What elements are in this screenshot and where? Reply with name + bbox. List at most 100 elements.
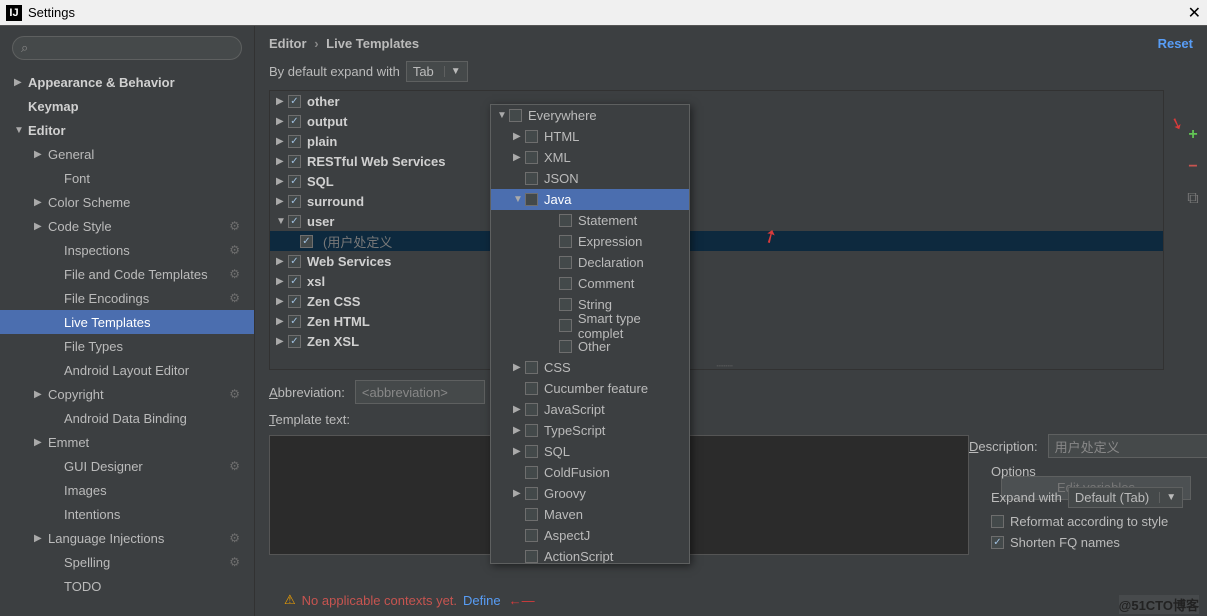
template-group-row[interactable]: ▶✓Zen XSL — [270, 331, 1163, 351]
context-checkbox[interactable] — [525, 424, 538, 437]
context-checkbox[interactable] — [525, 529, 538, 542]
group-checkbox[interactable]: ✓ — [288, 275, 301, 288]
context-popup[interactable]: ▼Everywhere▶HTML▶XMLJSON▼JavaStatementEx… — [490, 104, 690, 564]
template-list[interactable]: ▶✓other▶✓output▶✓plain▶✓RESTful Web Serv… — [269, 90, 1164, 370]
template-group-row[interactable]: ▼✓user — [270, 211, 1163, 231]
group-checkbox[interactable]: ✓ — [288, 215, 301, 228]
sidebar-item[interactable]: ▶Emmet — [0, 430, 254, 454]
context-checkbox[interactable] — [525, 466, 538, 479]
group-checkbox[interactable]: ✓ — [288, 155, 301, 168]
abbreviation-input[interactable] — [355, 380, 485, 404]
template-group-row[interactable]: ▶✓xsl — [270, 271, 1163, 291]
expand-with-select[interactable]: Default (Tab) ▼ — [1068, 487, 1183, 508]
popup-item[interactable]: ▼Everywhere — [491, 105, 689, 126]
group-checkbox[interactable]: ✓ — [288, 195, 301, 208]
sidebar-item[interactable]: ▶Language Injections⚙ — [0, 526, 254, 550]
context-checkbox[interactable] — [525, 508, 538, 521]
sidebar-item[interactable]: ▶General — [0, 142, 254, 166]
sidebar-item[interactable]: Live Templates — [0, 310, 254, 334]
template-group-row[interactable]: ▶✓Zen CSS — [270, 291, 1163, 311]
sidebar-item[interactable]: Inspections⚙ — [0, 238, 254, 262]
context-checkbox[interactable] — [525, 445, 538, 458]
popup-item[interactable]: Maven — [491, 504, 689, 525]
group-checkbox[interactable]: ✓ — [288, 315, 301, 328]
add-button[interactable]: + — [1188, 126, 1197, 144]
sidebar-item[interactable]: Android Data Binding — [0, 406, 254, 430]
group-checkbox[interactable]: ✓ — [288, 175, 301, 188]
popup-item[interactable]: Comment — [491, 273, 689, 294]
define-link[interactable]: Define — [463, 593, 501, 608]
popup-item[interactable]: ColdFusion — [491, 462, 689, 483]
description-input[interactable] — [1048, 434, 1207, 458]
sidebar-item[interactable]: TODO — [0, 574, 254, 598]
search-input[interactable]: ⌕ — [12, 36, 242, 60]
close-icon[interactable]: ✕ — [1188, 3, 1201, 23]
popup-item[interactable]: ▼Java — [491, 189, 689, 210]
popup-item[interactable]: AspectJ — [491, 525, 689, 546]
context-checkbox[interactable] — [559, 277, 572, 290]
group-checkbox[interactable]: ✓ — [288, 255, 301, 268]
sidebar-item[interactable]: Images — [0, 478, 254, 502]
context-checkbox[interactable] — [525, 382, 538, 395]
sidebar-item[interactable]: File Encodings⚙ — [0, 286, 254, 310]
template-group-row[interactable]: ▶✓Web Services — [270, 251, 1163, 271]
context-checkbox[interactable] — [525, 130, 538, 143]
reformat-checkbox[interactable] — [991, 515, 1004, 528]
sidebar-item[interactable]: Font — [0, 166, 254, 190]
sidebar-item[interactable]: Spelling⚙ — [0, 550, 254, 574]
sidebar-item[interactable]: ▶Color Scheme — [0, 190, 254, 214]
group-checkbox[interactable]: ✓ — [288, 295, 301, 308]
template-group-row[interactable]: ▶✓plain — [270, 131, 1163, 151]
popup-item[interactable]: Declaration — [491, 252, 689, 273]
shorten-checkbox[interactable]: ✓ — [991, 536, 1004, 549]
context-checkbox[interactable] — [509, 109, 522, 122]
popup-item[interactable]: Cucumber feature — [491, 378, 689, 399]
group-checkbox[interactable]: ✓ — [288, 95, 301, 108]
template-group-row[interactable]: ▶✓other — [270, 91, 1163, 111]
popup-item[interactable]: Statement — [491, 210, 689, 231]
context-checkbox[interactable] — [525, 151, 538, 164]
template-group-row[interactable]: ▶✓Zen HTML — [270, 311, 1163, 331]
template-group-row[interactable]: ▶✓output — [270, 111, 1163, 131]
context-checkbox[interactable] — [559, 319, 572, 332]
sidebar-item[interactable]: GUI Designer⚙ — [0, 454, 254, 478]
sidebar-item[interactable]: Keymap — [0, 94, 254, 118]
popup-item[interactable]: Expression — [491, 231, 689, 252]
template-row[interactable]: ✓(用户处定义 — [270, 231, 1163, 251]
resize-handle[interactable]: ┄┄┄ — [717, 361, 733, 370]
template-group-row[interactable]: ▶✓RESTful Web Services — [270, 151, 1163, 171]
context-checkbox[interactable] — [525, 361, 538, 374]
context-checkbox[interactable] — [525, 487, 538, 500]
template-group-row[interactable]: ▶✓SQL — [270, 171, 1163, 191]
breadcrumb-root[interactable]: Editor — [269, 36, 307, 51]
group-checkbox[interactable]: ✓ — [288, 135, 301, 148]
context-checkbox[interactable] — [559, 298, 572, 311]
template-checkbox[interactable]: ✓ — [300, 235, 313, 248]
context-checkbox[interactable] — [525, 172, 538, 185]
context-checkbox[interactable] — [525, 193, 538, 206]
sidebar-item[interactable]: Intentions — [0, 502, 254, 526]
sidebar-item[interactable]: ▶Appearance & Behavior — [0, 70, 254, 94]
popup-item[interactable]: ▶HTML — [491, 126, 689, 147]
reset-link[interactable]: Reset — [1158, 36, 1193, 51]
group-checkbox[interactable]: ✓ — [288, 335, 301, 348]
copy-icon[interactable]: ⧉ — [1187, 190, 1198, 208]
popup-item[interactable]: ▶Groovy — [491, 483, 689, 504]
popup-item[interactable]: ActionScript — [491, 546, 689, 564]
sidebar-item[interactable]: ▶Copyright⚙ — [0, 382, 254, 406]
context-checkbox[interactable] — [525, 550, 538, 563]
popup-item[interactable]: ▶CSS — [491, 357, 689, 378]
popup-item[interactable]: ▶JavaScript — [491, 399, 689, 420]
remove-button[interactable]: − — [1188, 158, 1197, 176]
sidebar-item[interactable]: File Types — [0, 334, 254, 358]
context-checkbox[interactable] — [525, 403, 538, 416]
sidebar-item[interactable]: ▶Code Style⚙ — [0, 214, 254, 238]
popup-item[interactable]: ▶TypeScript — [491, 420, 689, 441]
sidebar-item[interactable]: Android Layout Editor — [0, 358, 254, 382]
context-checkbox[interactable] — [559, 235, 572, 248]
popup-item[interactable]: JSON — [491, 168, 689, 189]
group-checkbox[interactable]: ✓ — [288, 115, 301, 128]
expand-select[interactable]: Tab ▼ — [406, 61, 468, 82]
template-group-row[interactable]: ▶✓surround — [270, 191, 1163, 211]
popup-item[interactable]: ▶SQL — [491, 441, 689, 462]
